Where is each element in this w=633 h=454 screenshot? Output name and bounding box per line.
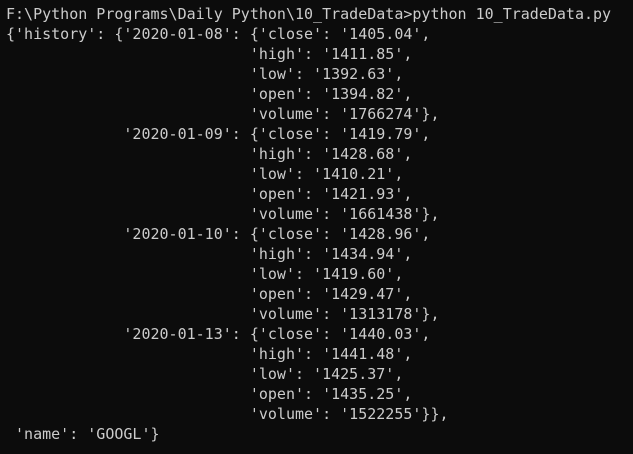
output-line: 'volume': '1522255'}}, <box>6 405 449 423</box>
output-line: 'low': '1425.37', <box>6 365 404 383</box>
output-line: '2020-01-13': {'close': '1440.03', <box>6 325 431 343</box>
output-line: 'volume': '1766274'}, <box>6 105 440 123</box>
output-line: 'low': '1410.21', <box>6 165 404 183</box>
output-line: 'low': '1419.60', <box>6 265 404 283</box>
output-line: 'open': '1421.93', <box>6 185 413 203</box>
output-line: 'low': '1392.63', <box>6 65 404 83</box>
output-line: 'name': 'GOOGL'} <box>6 425 160 443</box>
output-line: 'high': '1411.85', <box>6 45 413 63</box>
output-line: '2020-01-10': {'close': '1428.96', <box>6 225 431 243</box>
output-line: 'high': '1434.94', <box>6 245 413 263</box>
output-line: 'open': '1394.82', <box>6 85 413 103</box>
output-line: '2020-01-09': {'close': '1419.79', <box>6 125 431 143</box>
output-line: 'volume': '1313178'}, <box>6 305 440 323</box>
command-prompt-line: F:\Python Programs\Daily Python\10_Trade… <box>6 5 612 23</box>
output-line: 'open': '1429.47', <box>6 285 413 303</box>
output-line: 'volume': '1661438'}, <box>6 205 440 223</box>
output-line: 'high': '1441.48', <box>6 345 413 363</box>
terminal-window[interactable]: F:\Python Programs\Daily Python\10_Trade… <box>0 0 633 454</box>
output-line: {'history': {'2020-01-08': {'close': '14… <box>6 25 431 43</box>
output-line: 'high': '1428.68', <box>6 145 413 163</box>
output-line: 'open': '1435.25', <box>6 385 413 403</box>
